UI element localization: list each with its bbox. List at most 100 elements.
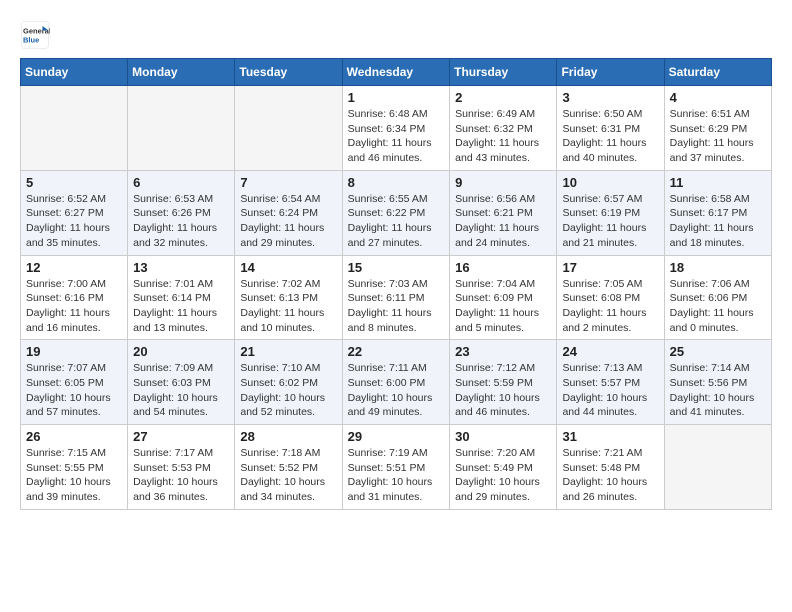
day-number: 2 [455,90,551,105]
day-info: Sunrise: 7:19 AM Sunset: 5:51 PM Dayligh… [348,446,445,505]
day-info: Sunrise: 7:02 AM Sunset: 6:13 PM Dayligh… [240,277,336,336]
calendar-cell: 12Sunrise: 7:00 AM Sunset: 6:16 PM Dayli… [21,255,128,340]
calendar-cell: 18 Sunrise: 7:06 AM Sunset: 6:06 PM Dayli… [664,255,771,340]
calendar-cell: 16 Sunrise: 7:04 AM Sunset: 6:09 PM Dayli… [450,255,557,340]
calendar-cell: 7 Sunrise: 6:54 AM Sunset: 6:24 PM Daylig… [235,170,342,255]
logo: General Blue [20,20,50,50]
day-info: Sunrise: 7:15 AM Sunset: 5:55 PM Dayligh… [26,446,122,505]
day-info: Sunrise: 7:09 AM Sunset: 6:03 PM Dayligh… [133,361,229,420]
day-number: 9 [455,175,551,190]
calendar-cell: 4 Sunrise: 6:51 AM Sunset: 6:29 PM Daylig… [664,86,771,171]
day-number: 6 [133,175,229,190]
day-info: Sunrise: 7:04 AM Sunset: 6:09 PM Dayligh… [455,277,551,336]
calendar-cell: 31 Sunrise: 7:21 AM Sunset: 5:48 PM Dayli… [557,425,664,510]
calendar-cell [235,86,342,171]
calendar-week-row: 12Sunrise: 7:00 AM Sunset: 6:16 PM Dayli… [21,255,772,340]
svg-text:General: General [23,27,50,36]
header-row: SundayMondayTuesdayWednesdayThursdayFrid… [21,59,772,86]
calendar-cell: 30 Sunrise: 7:20 AM Sunset: 5:49 PM Dayli… [450,425,557,510]
day-number: 4 [670,90,766,105]
day-info: Sunrise: 6:54 AM Sunset: 6:24 PM Dayligh… [240,192,336,251]
day-info: Sunrise: 6:51 AM Sunset: 6:29 PM Dayligh… [670,107,766,166]
calendar-cell: 22 Sunrise: 7:11 AM Sunset: 6:00 PM Dayli… [342,340,450,425]
day-number: 7 [240,175,336,190]
calendar-cell: 21 Sunrise: 7:10 AM Sunset: 6:02 PM Dayli… [235,340,342,425]
calendar-cell: 28Sunrise: 7:18 AM Sunset: 5:52 PM Dayli… [235,425,342,510]
day-number: 16 [455,260,551,275]
day-number: 11 [670,175,766,190]
day-info: Sunrise: 7:20 AM Sunset: 5:49 PM Dayligh… [455,446,551,505]
day-number: 12 [26,260,122,275]
calendar-cell: 1 Sunrise: 6:48 AM Sunset: 6:34 PM Daylig… [342,86,450,171]
header-day: Saturday [664,59,771,86]
calendar-cell [664,425,771,510]
day-info: Sunrise: 7:21 AM Sunset: 5:48 PM Dayligh… [562,446,658,505]
calendar-cell: 29 Sunrise: 7:19 AM Sunset: 5:51 PM Dayli… [342,425,450,510]
calendar-cell: 19 Sunrise: 7:07 AM Sunset: 6:05 PM Dayli… [21,340,128,425]
calendar-cell: 14 Sunrise: 7:02 AM Sunset: 6:13 PM Dayli… [235,255,342,340]
day-number: 31 [562,429,658,444]
day-number: 8 [348,175,445,190]
day-number: 21 [240,344,336,359]
day-info: Sunrise: 6:58 AM Sunset: 6:17 PM Dayligh… [670,192,766,251]
calendar-cell: 17Sunrise: 7:05 AM Sunset: 6:08 PM Dayli… [557,255,664,340]
day-info: Sunrise: 6:53 AM Sunset: 6:26 PM Dayligh… [133,192,229,251]
calendar-cell: 5 Sunrise: 6:52 AM Sunset: 6:27 PM Daylig… [21,170,128,255]
day-number: 27 [133,429,229,444]
svg-text:Blue: Blue [23,36,39,45]
day-info: Sunrise: 7:01 AM Sunset: 6:14 PM Dayligh… [133,277,229,336]
day-info: Sunrise: 6:55 AM Sunset: 6:22 PM Dayligh… [348,192,445,251]
day-info: Sunrise: 7:13 AM Sunset: 5:57 PM Dayligh… [562,361,658,420]
day-number: 30 [455,429,551,444]
logo-icon: General Blue [20,20,50,50]
day-number: 29 [348,429,445,444]
day-info: Sunrise: 6:52 AM Sunset: 6:27 PM Dayligh… [26,192,122,251]
calendar-cell: 20 Sunrise: 7:09 AM Sunset: 6:03 PM Dayli… [128,340,235,425]
header-day: Thursday [450,59,557,86]
day-number: 19 [26,344,122,359]
day-number: 14 [240,260,336,275]
day-info: Sunrise: 7:12 AM Sunset: 5:59 PM Dayligh… [455,361,551,420]
day-info: Sunrise: 7:10 AM Sunset: 6:02 PM Dayligh… [240,361,336,420]
day-number: 20 [133,344,229,359]
day-number: 26 [26,429,122,444]
day-number: 22 [348,344,445,359]
day-number: 5 [26,175,122,190]
day-info: Sunrise: 7:05 AM Sunset: 6:08 PM Dayligh… [562,277,658,336]
calendar-cell: 24 Sunrise: 7:13 AM Sunset: 5:57 PM Dayli… [557,340,664,425]
calendar-cell [128,86,235,171]
calendar-cell: 2 Sunrise: 6:49 AM Sunset: 6:32 PM Daylig… [450,86,557,171]
calendar-cell [21,86,128,171]
calendar-cell: 6 Sunrise: 6:53 AM Sunset: 6:26 PM Daylig… [128,170,235,255]
calendar-cell: 25Sunrise: 7:14 AM Sunset: 5:56 PM Dayli… [664,340,771,425]
calendar-cell: 27Sunrise: 7:17 AM Sunset: 5:53 PM Dayli… [128,425,235,510]
day-number: 23 [455,344,551,359]
calendar-cell: 23 Sunrise: 7:12 AM Sunset: 5:59 PM Dayli… [450,340,557,425]
day-info: Sunrise: 6:56 AM Sunset: 6:21 PM Dayligh… [455,192,551,251]
calendar-cell: 13 Sunrise: 7:01 AM Sunset: 6:14 PM Dayli… [128,255,235,340]
day-number: 18 [670,260,766,275]
header-day: Sunday [21,59,128,86]
calendar-cell: 15Sunrise: 7:03 AM Sunset: 6:11 PM Dayli… [342,255,450,340]
header-day: Wednesday [342,59,450,86]
day-info: Sunrise: 7:18 AM Sunset: 5:52 PM Dayligh… [240,446,336,505]
calendar-cell: 8 Sunrise: 6:55 AM Sunset: 6:22 PM Daylig… [342,170,450,255]
calendar: SundayMondayTuesdayWednesdayThursdayFrid… [20,58,772,510]
calendar-cell: 10Sunrise: 6:57 AM Sunset: 6:19 PM Dayli… [557,170,664,255]
header-day: Tuesday [235,59,342,86]
calendar-cell: 11 Sunrise: 6:58 AM Sunset: 6:17 PM Dayli… [664,170,771,255]
day-number: 13 [133,260,229,275]
day-info: Sunrise: 7:06 AM Sunset: 6:06 PM Dayligh… [670,277,766,336]
day-info: Sunrise: 6:50 AM Sunset: 6:31 PM Dayligh… [562,107,658,166]
day-info: Sunrise: 7:07 AM Sunset: 6:05 PM Dayligh… [26,361,122,420]
day-info: Sunrise: 6:48 AM Sunset: 6:34 PM Dayligh… [348,107,445,166]
calendar-cell: 9 Sunrise: 6:56 AM Sunset: 6:21 PM Daylig… [450,170,557,255]
day-number: 24 [562,344,658,359]
header-day: Monday [128,59,235,86]
day-info: Sunrise: 6:49 AM Sunset: 6:32 PM Dayligh… [455,107,551,166]
day-number: 1 [348,90,445,105]
day-info: Sunrise: 7:11 AM Sunset: 6:00 PM Dayligh… [348,361,445,420]
day-info: Sunrise: 7:03 AM Sunset: 6:11 PM Dayligh… [348,277,445,336]
calendar-week-row: 1 Sunrise: 6:48 AM Sunset: 6:34 PM Daylig… [21,86,772,171]
calendar-week-row: 26 Sunrise: 7:15 AM Sunset: 5:55 PM Dayli… [21,425,772,510]
